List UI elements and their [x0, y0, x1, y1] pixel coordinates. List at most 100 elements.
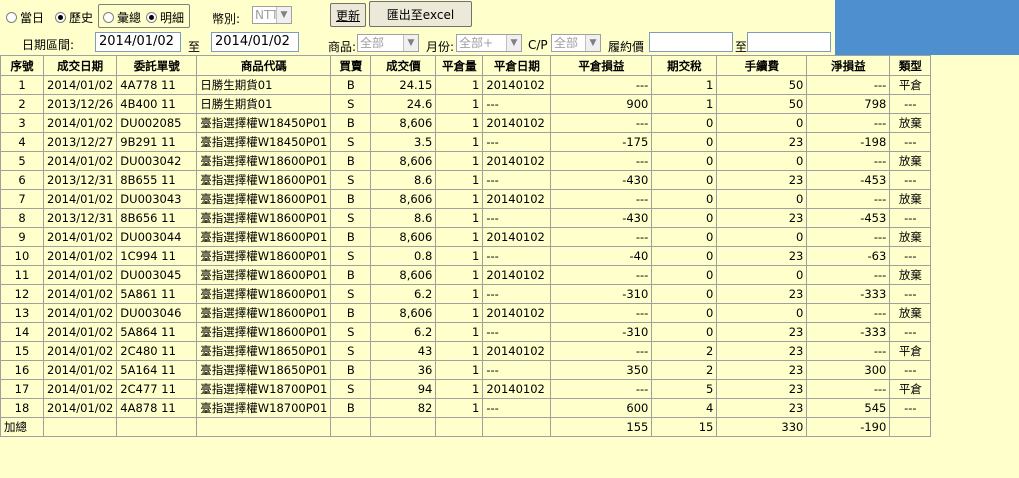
column-header-price[interactable]: 成交價: [370, 55, 437, 76]
column-header-fee[interactable]: 手續費: [716, 55, 808, 76]
table-row[interactable]: 15 2014/01/02 2C480 11 臺指選擇權W18650P01 S 43 1 20…: [0, 341, 932, 361]
column-header-seq[interactable]: 序號: [0, 55, 44, 76]
cell-order-no: DU003045: [116, 265, 198, 285]
strike-from-field[interactable]: [649, 32, 733, 52]
cell-order-no: DU003043: [116, 189, 198, 209]
cell-product-code: 臺指選擇權W18600P01: [196, 265, 332, 285]
cell-net-pnl: -333: [806, 322, 891, 342]
cell-product-code: 臺指選擇權W18600P01: [196, 322, 332, 342]
table-row[interactable]: 16 2014/01/02 5A164 11 臺指選擇權W18650P01 B 36 1 --…: [0, 360, 932, 380]
radio-summary-label: 彙總: [117, 11, 142, 25]
totals-cell-futures-tax: 15: [651, 417, 718, 437]
cell-futures-tax: 0: [651, 151, 718, 171]
table-row[interactable]: 18 2014/01/02 4A878 11 臺指選擇權W18700P01 B 82 1 --…: [0, 398, 932, 418]
table-row[interactable]: 13 2014/01/02 DU003046 臺指選擇權W18600P01 B 8,606…: [0, 303, 932, 323]
cell-seq: 1: [0, 75, 44, 95]
radio-selected-icon: [146, 12, 157, 23]
cell-trade-date: 2013/12/27: [42, 132, 118, 152]
cell-net-pnl: ---: [806, 227, 891, 247]
cell-close-qty: 1: [435, 113, 484, 133]
cell-close-pnl: 600: [550, 398, 653, 418]
cell-trade-date: 2014/01/02: [42, 322, 118, 342]
cell-fee: 23: [716, 284, 808, 304]
cell-close-pnl: 350: [550, 360, 653, 380]
table-row[interactable]: 9 2014/01/02 DU003044 臺指選擇權W18600P01 B 8,606 1…: [0, 227, 932, 247]
cell-close-date: 20140102: [482, 75, 552, 95]
date-to-field[interactable]: 2014/01/02: [211, 32, 299, 52]
cell-type: 放棄: [889, 113, 932, 133]
column-header-side[interactable]: 買賣: [330, 55, 372, 76]
export-label: 匯出至excel: [386, 7, 455, 22]
table-row[interactable]: 1 2014/01/02 4A778 11 日勝生期貨01 B 24.15 1 2014010…: [0, 75, 932, 95]
cell-side: B: [330, 398, 372, 418]
cell-trade-date: 2014/01/02: [42, 151, 118, 171]
column-header-futures-tax[interactable]: 期交稅: [651, 55, 718, 76]
column-header-type[interactable]: 類型: [889, 55, 932, 76]
table-row[interactable]: 4 2013/12/27 9B291 11 臺指選擇權W18450P01 S 3.5 1 --…: [0, 132, 932, 152]
column-header-trade-date[interactable]: 成交日期: [42, 55, 118, 76]
table-row[interactable]: 5 2014/01/02 DU003042 臺指選擇權W18600P01 B 8,606 1…: [0, 151, 932, 171]
table-row[interactable]: 10 2014/01/02 1C994 11 臺指選擇權W18600P01 S 0.8 1-…: [0, 246, 932, 266]
cell-type: 放棄: [889, 189, 932, 209]
column-header-close-date[interactable]: 平倉日期: [482, 55, 552, 76]
cell-price: 24.6: [370, 94, 437, 114]
export-excel-button[interactable]: 匯出至excel: [369, 1, 472, 27]
cell-order-no: 8B656 11: [116, 208, 198, 228]
cell-futures-tax: 0: [651, 113, 718, 133]
totals-cell-side: [330, 417, 372, 437]
column-header-order-no[interactable]: 委託單號: [116, 55, 198, 76]
table-row[interactable]: 6 2013/12/31 8B655 11 臺指選擇權W18600P01 S 8.6 1 --…: [0, 170, 932, 190]
radio-today[interactable]: 當日: [6, 9, 44, 26]
cell-price: 0.8: [370, 246, 437, 266]
table-row[interactable]: 2 2013/12/26 4B400 11 日勝生期貨01 S 24.6 1 --- 900 1 5…: [0, 94, 932, 114]
cell-futures-tax: 0: [651, 284, 718, 304]
table-row[interactable]: 11 2014/01/02 DU003045 臺指選擇權W18600P01 B 8,606…: [0, 265, 932, 285]
column-header-close-pnl[interactable]: 平倉損益: [550, 55, 653, 76]
cell-price: 36: [370, 360, 437, 380]
cell-seq: 16: [0, 360, 44, 380]
table-row[interactable]: 3 2014/01/02 DU002085 臺指選擇權W18450P01 B 8,606 1…: [0, 113, 932, 133]
totals-cell-net-pnl: -190: [806, 417, 891, 437]
cell-order-no: 8B655 11: [116, 170, 198, 190]
cell-futures-tax: 0: [651, 208, 718, 228]
product-select[interactable]: 全部 ▼: [357, 34, 419, 52]
cell-close-pnl: -430: [550, 208, 653, 228]
date-range-label: 日期區間:: [22, 38, 75, 52]
table-row[interactable]: 14 2014/01/02 5A864 11 臺指選擇權W18600P01 S 6.2 1-…: [0, 322, 932, 342]
cell-side: S: [330, 132, 372, 152]
table-row[interactable]: 7 2014/01/02 DU003043 臺指選擇權W18600P01 B 8,606 1…: [0, 189, 932, 209]
radio-history[interactable]: 歷史: [55, 9, 93, 26]
currency-select[interactable]: NTT ▼: [252, 6, 292, 24]
cp-select[interactable]: 全部 ▼: [551, 34, 601, 52]
radio-summary[interactable]: 彙總: [103, 9, 141, 26]
column-header-close-qty[interactable]: 平倉量: [435, 55, 484, 76]
cell-futures-tax: 0: [651, 132, 718, 152]
cell-fee: 0: [716, 227, 808, 247]
table-row[interactable]: 12 2014/01/02 5A861 11 臺指選擇權W18600P01 S 6.2 1-…: [0, 284, 932, 304]
month-select[interactable]: 全部+ ▼: [456, 34, 522, 52]
cell-net-pnl: -63: [806, 246, 891, 266]
cell-close-pnl: ---: [550, 341, 653, 361]
cell-fee: 23: [716, 379, 808, 399]
cell-close-pnl: ---: [550, 151, 653, 171]
date-from-field[interactable]: 2014/01/02: [95, 32, 181, 52]
refresh-label: 更新: [335, 8, 360, 23]
cell-trade-date: 2014/01/02: [42, 379, 118, 399]
column-header-net-pnl[interactable]: 淨損益: [806, 55, 891, 76]
cell-close-date: ---: [482, 208, 552, 228]
cell-side: S: [330, 341, 372, 361]
cell-fee: 50: [716, 75, 808, 95]
cell-product-code: 臺指選擇權W18600P01: [196, 303, 332, 323]
cell-product-code: 臺指選擇權W18700P01: [196, 379, 332, 399]
cell-price: 82: [370, 398, 437, 418]
totals-cell-type: [889, 417, 932, 437]
refresh-button[interactable]: 更新: [330, 3, 366, 27]
radio-detail[interactable]: 明細: [146, 9, 184, 26]
strike-to-field[interactable]: [747, 32, 831, 52]
column-header-product-code[interactable]: 商品代碼: [196, 55, 332, 76]
cell-close-date: ---: [482, 360, 552, 380]
cell-seq: 14: [0, 322, 44, 342]
cell-product-code: 臺指選擇權W18600P01: [196, 284, 332, 304]
table-row[interactable]: 17 2014/01/02 2C477 11 臺指選擇權W18700P01 S 94 1 20…: [0, 379, 932, 399]
table-row[interactable]: 8 2013/12/31 8B656 11 臺指選擇權W18600P01 S 8.6 1 --…: [0, 208, 932, 228]
